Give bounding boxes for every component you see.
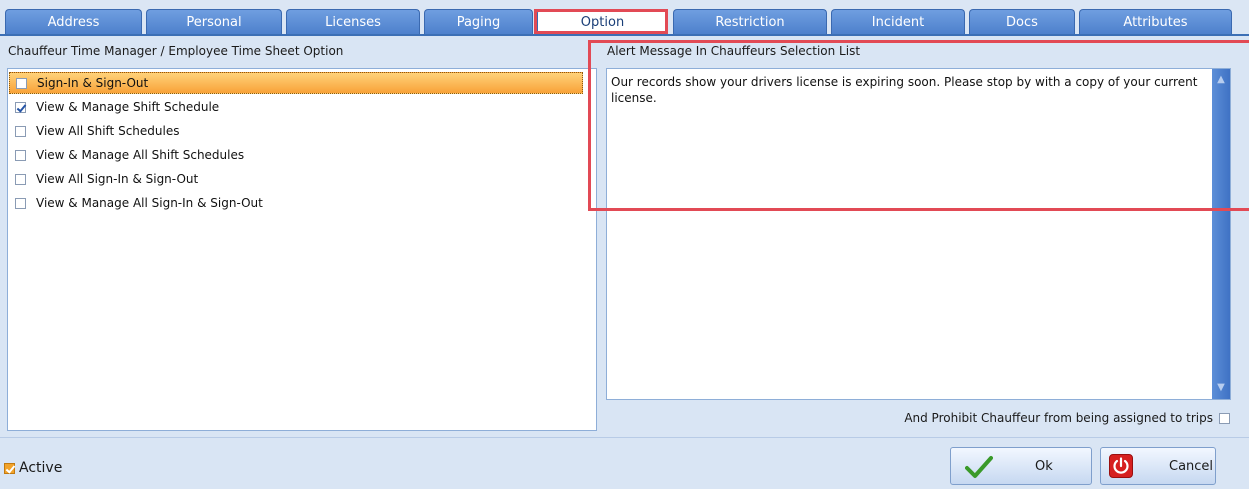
footer-divider [0, 437, 1249, 438]
checkbox-view-all-shift-schedules[interactable] [15, 125, 26, 137]
list-item-label: View & Manage All Sign-In & Sign-Out [36, 196, 263, 210]
checkbox-view-manage-all-sign-in-sign-out[interactable] [15, 197, 26, 209]
cancel-button[interactable]: Cancel [1100, 447, 1216, 485]
tab-attributes[interactable]: Attributes [1079, 9, 1232, 35]
list-item-label: Sign-In & Sign-Out [37, 76, 149, 90]
power-icon [1109, 454, 1133, 478]
tab-licenses[interactable]: Licenses [286, 9, 420, 35]
alert-message-title: Alert Message In Chauffeurs Selection Li… [607, 44, 861, 58]
active-checkbox-row[interactable]: Active [4, 460, 62, 476]
prohibit-assignment-row: And Prohibit Chauffeur from being assign… [904, 411, 1230, 425]
option-item-view-manage-all-sign-in-sign-out[interactable]: View & Manage All Sign-In & Sign-Out [9, 192, 583, 214]
scroll-down-icon[interactable]: ▼ [1212, 379, 1230, 397]
check-icon [965, 456, 993, 478]
tab-divider [0, 34, 1249, 36]
option-item-view-all-shift-schedules[interactable]: View All Shift Schedules [9, 120, 583, 142]
list-item-label: View & Manage All Shift Schedules [36, 148, 245, 162]
checkbox-view-all-sign-in-sign-out[interactable] [15, 173, 26, 185]
prohibit-assignment-label: And Prohibit Chauffeur from being assign… [904, 411, 1213, 425]
ok-button-label: Ok [1035, 458, 1053, 474]
list-item-label: View All Shift Schedules [36, 124, 180, 138]
tab-incident[interactable]: Incident [831, 9, 965, 35]
time-sheet-option-title: Chauffeur Time Manager / Employee Time S… [8, 44, 344, 58]
tab-address[interactable]: Address [5, 9, 142, 35]
tab-option[interactable]: Option [537, 9, 668, 35]
checkbox-view-manage-shift-schedule[interactable] [15, 101, 26, 113]
scroll-up-icon[interactable]: ▲ [1212, 71, 1230, 89]
alert-scrollbar[interactable]: ▲ ▼ [1212, 69, 1230, 399]
list-item-label: View All Sign-In & Sign-Out [36, 172, 199, 186]
list-item-label: View & Manage Shift Schedule [36, 100, 220, 114]
checkbox-view-manage-all-shift-schedules[interactable] [15, 149, 26, 161]
option-item-sign-in-sign-out[interactable]: Sign-In & Sign-Out [9, 72, 583, 94]
option-item-view-manage-shift-schedule[interactable]: View & Manage Shift Schedule [9, 96, 583, 118]
alert-message-textarea[interactable]: Our records show your drivers license is… [606, 68, 1231, 400]
active-checkbox[interactable] [4, 462, 15, 474]
active-label: Active [19, 460, 63, 476]
cancel-button-label: Cancel [1169, 458, 1214, 474]
prohibit-assignment-checkbox[interactable] [1219, 412, 1230, 424]
time-sheet-option-list: Sign-In & Sign-Out View & Manage Shift S… [7, 68, 597, 431]
alert-message-text[interactable]: Our records show your drivers license is… [611, 74, 1201, 106]
tab-restriction[interactable]: Restriction [673, 9, 827, 35]
option-item-view-all-sign-in-sign-out[interactable]: View All Sign-In & Sign-Out [9, 168, 583, 190]
checkbox-sign-in-sign-out[interactable] [16, 77, 27, 89]
ok-button[interactable]: Ok [950, 447, 1092, 485]
tab-strip: Address Personal Licenses Paging Option … [0, 0, 1249, 36]
tab-personal[interactable]: Personal [146, 9, 282, 35]
tab-paging[interactable]: Paging [424, 9, 533, 35]
tab-docs[interactable]: Docs [969, 9, 1075, 35]
option-item-view-manage-all-shift-schedules[interactable]: View & Manage All Shift Schedules [9, 144, 583, 166]
